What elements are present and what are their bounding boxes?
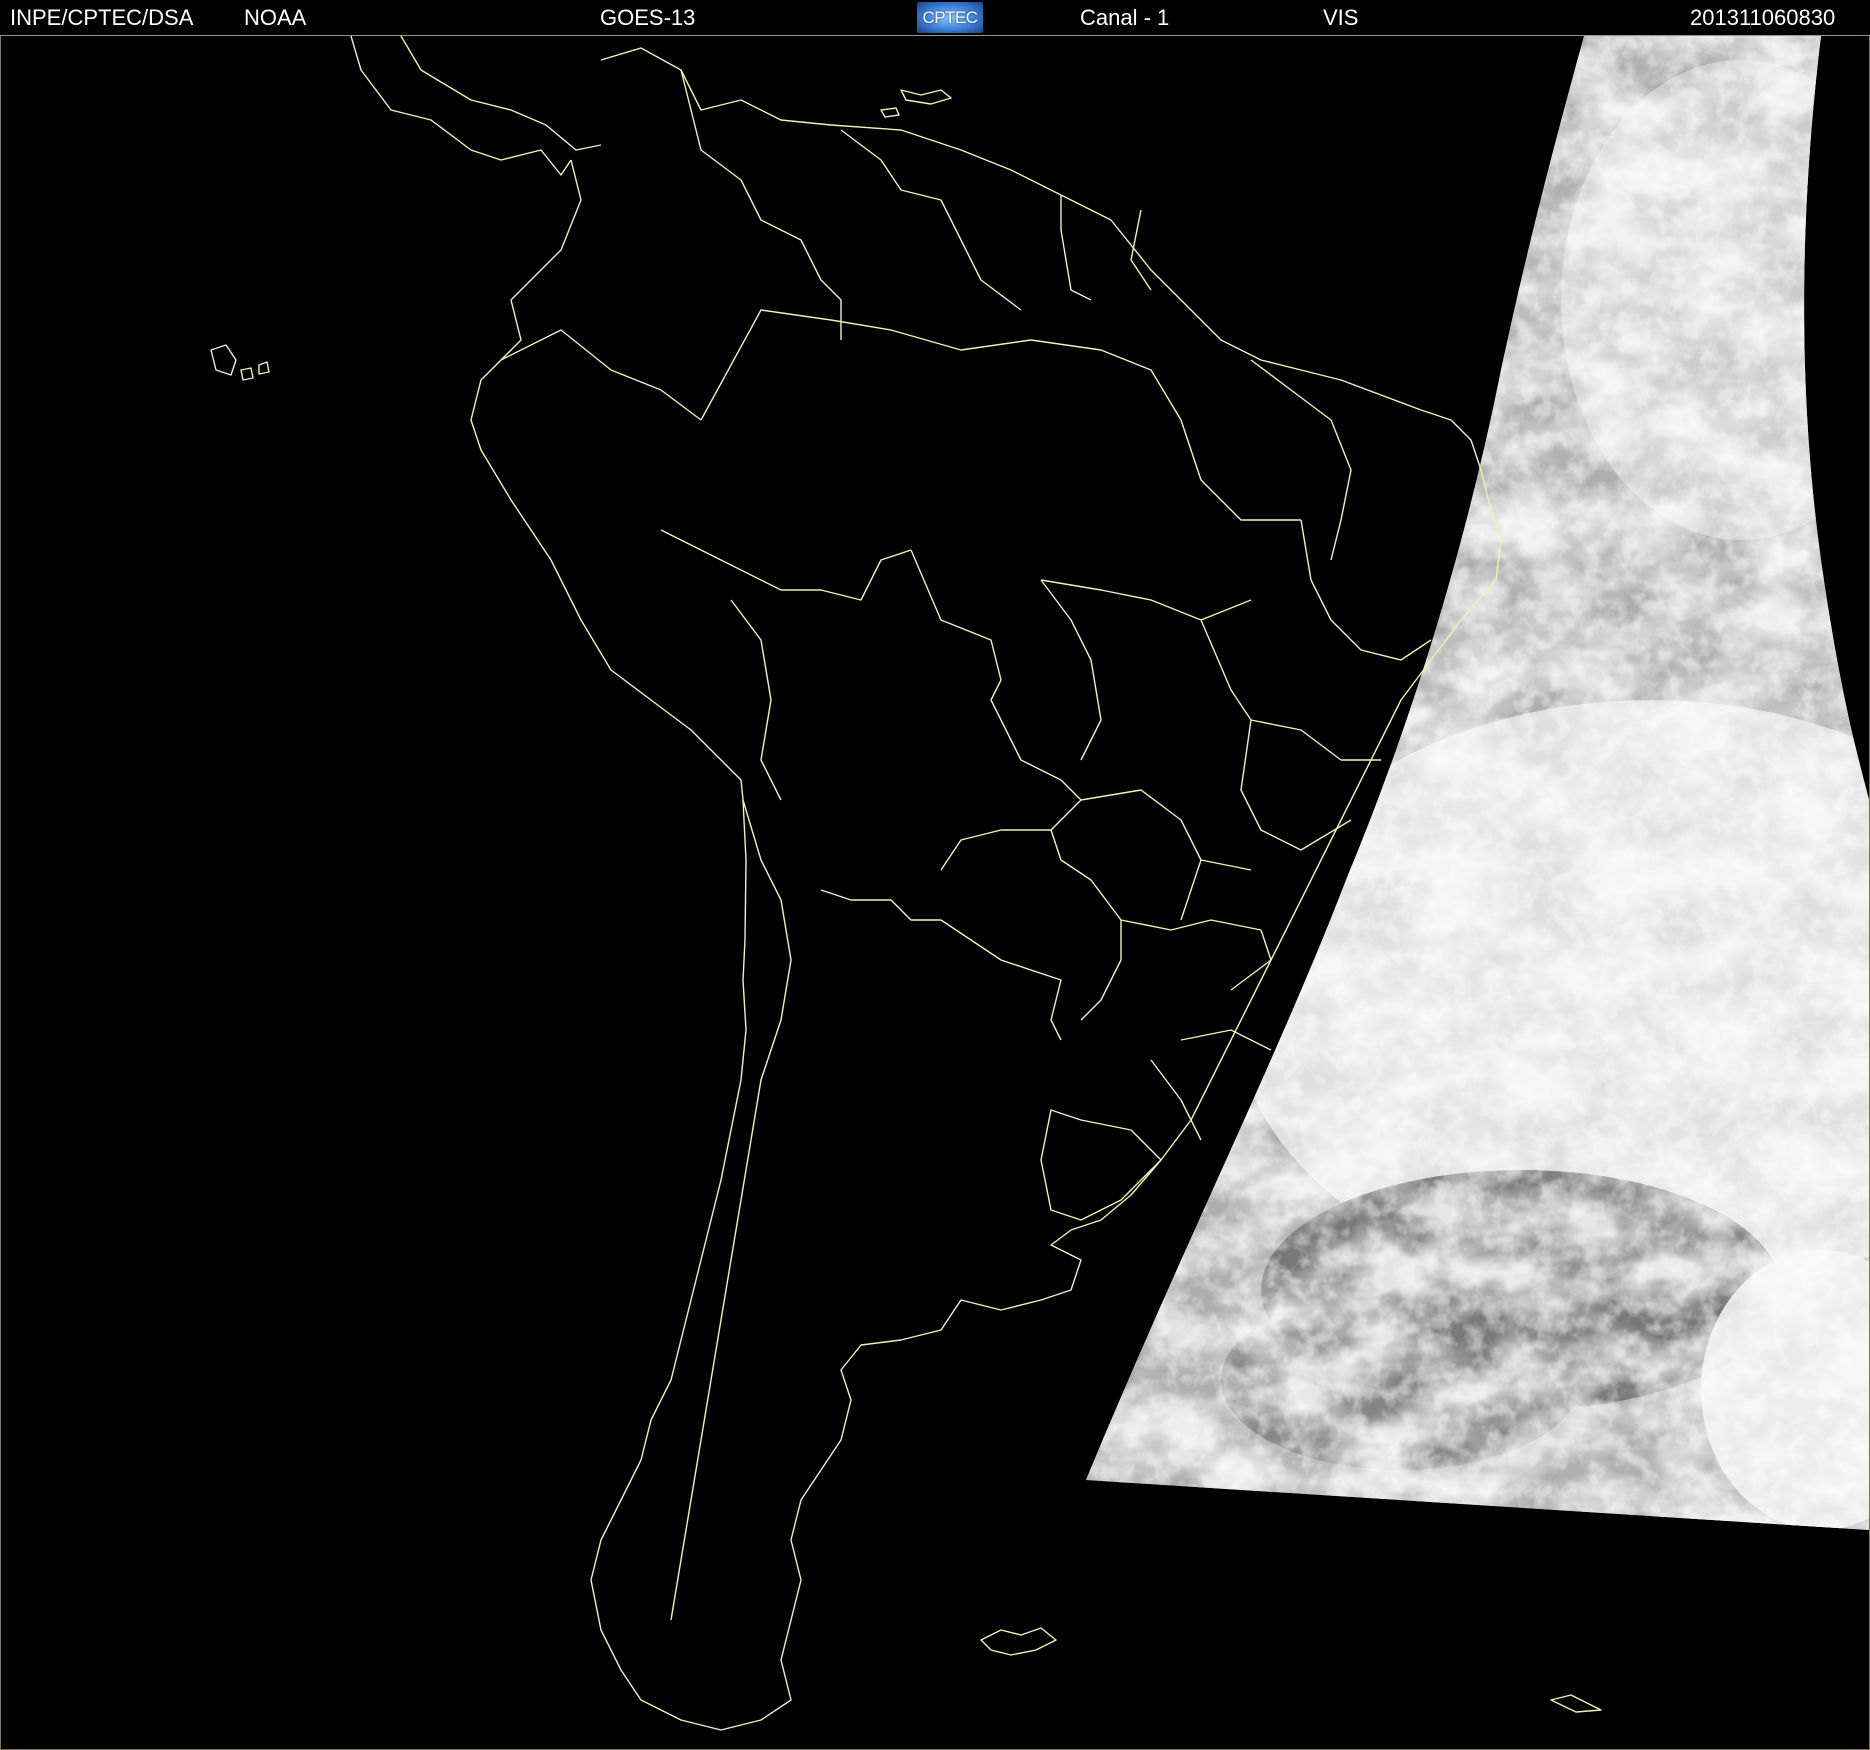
border-uruguay	[1040, 1109, 1162, 1221]
map-canvas	[210, 36, 1869, 1731]
band-label: VIS	[1323, 5, 1359, 30]
border-chile-argentina	[670, 799, 792, 1621]
border-peru-bolivia	[730, 599, 782, 801]
border-paraguay-brazil	[1060, 859, 1122, 1021]
border-ecuador-peru	[500, 329, 702, 421]
galapagos-islands	[210, 344, 270, 381]
border-suriname-guiana	[1130, 209, 1152, 291]
cloud-swath	[1086, 36, 1869, 1530]
border-guyana-suriname	[1060, 195, 1092, 301]
border-bolivia-argentina	[820, 889, 941, 921]
border-paraguay-argentina	[940, 919, 1062, 1041]
cptec-logo: CPTEC	[917, 2, 983, 33]
border-colombia-brazil	[700, 309, 1032, 421]
border-venezuela-guyana	[840, 129, 1022, 311]
border-peru-brazil	[660, 529, 912, 601]
timestamp-label: 201311060830	[1690, 5, 1836, 30]
satellite-label: GOES-13	[600, 5, 696, 30]
cptec-logo-text: CPTEC	[922, 7, 978, 27]
image-header-bar: INPE/CPTEC/DSA NOAA GOES-13 CPTEC Canal …	[0, 0, 1870, 36]
falkland-islands	[980, 1627, 1057, 1656]
channel-label: Canal - 1	[1080, 5, 1170, 30]
border-bolivia-brazil	[910, 549, 1082, 831]
satellite-map	[0, 36, 1870, 1750]
central-america-coast	[350, 36, 572, 176]
agency-label: INPE/CPTEC/DSA	[10, 5, 194, 30]
source-label: NOAA	[244, 5, 307, 30]
border-bolivia-paraguay	[940, 829, 1062, 871]
